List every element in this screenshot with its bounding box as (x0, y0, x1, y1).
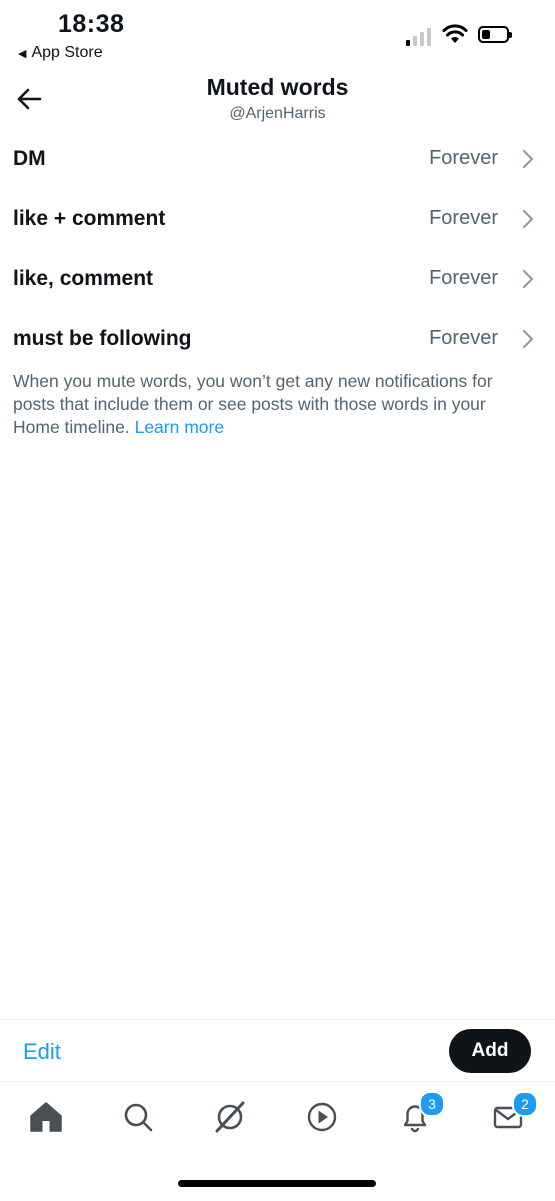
add-button[interactable]: Add (449, 1029, 531, 1073)
muted-word-row[interactable]: like + comment Forever (0, 189, 555, 249)
tab-video[interactable] (302, 1097, 342, 1137)
video-icon (307, 1102, 337, 1132)
wifi-icon (442, 24, 468, 43)
account-handle: @ArjenHarris (229, 105, 326, 122)
back-app-label: App Store (31, 44, 103, 61)
battery-icon (478, 26, 512, 43)
status-time: 18:38 (58, 10, 125, 38)
back-triangle-icon: ◀ (18, 47, 27, 60)
chevron-right-icon (523, 270, 534, 288)
action-bar: Edit Add (0, 1019, 555, 1082)
mute-duration: Forever (429, 147, 498, 169)
tab-communities[interactable] (210, 1097, 250, 1137)
chevron-right-icon (523, 210, 534, 228)
mute-duration: Forever (429, 267, 498, 289)
page-header: Muted words @ArjenHarris (0, 68, 555, 128)
home-indicator (178, 1180, 376, 1187)
tab-home[interactable] (26, 1097, 66, 1137)
edit-button[interactable]: Edit (23, 1039, 61, 1065)
communities-icon (215, 1101, 245, 1133)
chevron-right-icon (523, 330, 534, 348)
tab-notifications[interactable]: 3 (395, 1091, 445, 1137)
page-title: Muted words (206, 74, 349, 100)
tab-search[interactable] (118, 1097, 158, 1137)
cellular-signal-icon (406, 26, 431, 46)
chevron-right-icon (523, 150, 534, 168)
muted-word: like, comment (13, 267, 154, 290)
messages-badge: 2 (512, 1091, 538, 1117)
muted-word: DM (13, 147, 46, 170)
mute-duration: Forever (429, 327, 498, 349)
muted-word-row[interactable]: must be following Forever (0, 309, 555, 369)
tab-messages[interactable]: 2 (488, 1091, 538, 1137)
muted-word-row[interactable]: DM Forever (0, 129, 555, 189)
learn-more-link[interactable]: Learn more (135, 417, 225, 437)
status-bar: 18:38 ◀ App Store (0, 0, 555, 68)
muted-word-row[interactable]: like, comment Forever (0, 249, 555, 309)
muted-word: like + comment (13, 207, 166, 230)
muted-words-list: DM Forever like + comment Forever like, … (0, 129, 555, 369)
mute-duration: Forever (429, 207, 498, 229)
search-icon (124, 1103, 153, 1132)
muted-word: must be following (13, 327, 192, 350)
muted-words-info: When you mute words, you won’t get any n… (13, 370, 533, 439)
home-icon (30, 1102, 62, 1132)
back-to-app-store[interactable]: ◀ App Store (18, 44, 103, 62)
info-text: When you mute words, you won’t get any n… (13, 371, 493, 437)
notifications-badge: 3 (419, 1091, 445, 1117)
